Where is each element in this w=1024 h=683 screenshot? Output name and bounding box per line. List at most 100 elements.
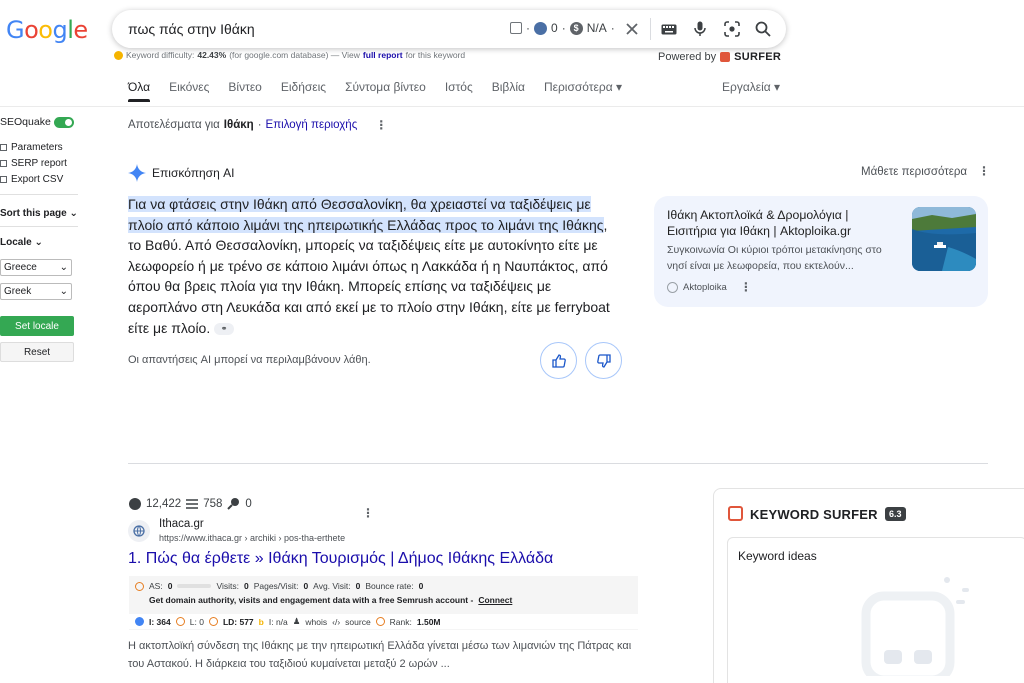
keyword-ideas-title: Keyword ideas <box>738 549 817 563</box>
results-for-place: Ιθάκη <box>223 119 254 131</box>
results-for-line: Αποτελέσματα για Ιθάκη · Επιλογή περιοχή… <box>128 118 387 132</box>
avg-value: 0 <box>355 581 361 591</box>
semrush-cta-text: Get domain authority, visits and engagem… <box>149 595 474 605</box>
result-site-name[interactable]: Ithaca.gr <box>159 518 204 530</box>
source-link[interactable]: source <box>345 617 371 627</box>
export-csv-link[interactable]: Export CSV <box>0 174 63 185</box>
full-report-link[interactable]: full report <box>363 50 403 60</box>
parameters-link[interactable]: Parameters <box>0 142 63 153</box>
surfer-logo-icon <box>728 506 743 521</box>
thumbs-down-button[interactable] <box>585 342 622 379</box>
bing-index-value[interactable]: I: n/a <box>269 617 288 627</box>
logo-letter: e <box>73 16 88 44</box>
seoquake-title: SEOquake <box>0 116 51 128</box>
keyword-checkbox[interactable] <box>510 22 522 34</box>
stat-value: 0 <box>245 497 252 510</box>
tab-news[interactable]: Ειδήσεις <box>281 80 326 94</box>
set-locale-button[interactable]: Set locale <box>0 316 74 336</box>
semrush-metrics-row: AS: 0 Visits: 0 Pages/Visit: 0 Avg. Visit: 0… <box>135 581 423 591</box>
keyword-difficulty-line: Keyword difficulty: 42.43% (for google.c… <box>114 50 465 60</box>
seoquake-toggle[interactable] <box>54 117 74 128</box>
chevron-down-icon: ⌄ <box>59 262 68 273</box>
result-title-link[interactable]: 1. Πώς θα έρθετε » Ιθάκη Τουρισμός | Δήμ… <box>128 550 553 568</box>
semrush-bar: AS: 0 Visits: 0 Pages/Visit: 0 Avg. Visit: 0… <box>129 576 638 630</box>
code-icon: ‹/› <box>332 616 341 627</box>
tab-more[interactable]: Περισσότερα ▾ <box>544 80 622 94</box>
source-card[interactable]: Ιθάκη Ακτοπλοϊκά & Δρομολόγια | Εισιτήρι… <box>654 196 988 307</box>
as-label: AS: <box>149 581 163 591</box>
country-select[interactable]: Greece ⌄ <box>0 259 72 276</box>
country-value: Greece <box>4 262 37 273</box>
tabs-divider <box>0 106 1024 107</box>
serp-report-link[interactable]: SERP report <box>0 158 67 169</box>
link-icon[interactable]: ⚭ <box>214 322 235 335</box>
source-site: Aktoploika ⋮ <box>667 280 752 294</box>
domain-links-icon <box>208 617 218 626</box>
divider <box>0 226 78 227</box>
sort-this-page[interactable]: Sort this page ⌄ <box>0 208 78 219</box>
google-logo[interactable]: Google <box>6 16 88 44</box>
result-url[interactable]: https://www.ithaca.gr › archiki › pos-th… <box>159 533 345 543</box>
results-for-prefix: Αποτελέσματα για <box>128 119 220 131</box>
source-title[interactable]: Ιθάκη Ακτοπλοϊκά & Δρομολόγια | Εισιτήρι… <box>667 207 897 239</box>
result-snippet: Η ακτοπλοϊκή σύνδεση της Ιθάκης με την η… <box>128 640 632 670</box>
thumbs-up-button[interactable] <box>540 342 577 379</box>
as-bar <box>177 584 212 588</box>
divider <box>0 194 78 195</box>
tab-web[interactable]: Ιστός <box>445 80 473 94</box>
more-options-icon[interactable]: ⋮ <box>375 118 387 132</box>
visits-value: 0 <box>243 581 249 591</box>
learn-more-link[interactable]: Μάθετε περισσότερα <box>861 166 967 178</box>
link-icon <box>175 617 185 626</box>
export-icon <box>0 176 7 183</box>
clear-icon[interactable] <box>622 19 642 39</box>
semrush-cta: Get domain authority, visits and engagem… <box>149 595 512 605</box>
search-input[interactable]: πως πάς στην Ιθάκη <box>128 21 255 37</box>
powered-by-surfer[interactable]: Powered by SURFER <box>658 51 781 63</box>
keyword-surfer-panel: KEYWORD SURFER 6.3 Keyword ideas <box>713 488 1024 683</box>
reset-button[interactable]: Reset <box>0 342 74 362</box>
tools-button[interactable]: Εργαλεία ▾ <box>722 80 780 94</box>
tab-videos[interactable]: Βίντεο <box>228 80 261 94</box>
rank-icon <box>375 617 385 626</box>
tab-all[interactable]: Όλα <box>128 80 151 102</box>
site-favicon-icon[interactable] <box>128 520 150 542</box>
source-thumbnail <box>912 207 976 271</box>
export-csv-label: Export CSV <box>11 174 64 185</box>
logo-letter: g <box>52 16 68 44</box>
links-value[interactable]: L: 0 <box>190 617 204 627</box>
connect-link[interactable]: Connect <box>478 595 512 605</box>
separator: · <box>257 119 262 131</box>
thumbs-up-icon <box>551 353 566 368</box>
serp-report-label: SERP report <box>11 158 67 169</box>
keyboard-icon[interactable] <box>659 19 679 39</box>
domain-links-value[interactable]: LD: 577 <box>223 617 254 627</box>
index-value[interactable]: I: 364 <box>149 617 171 627</box>
tab-images[interactable]: Εικόνες <box>169 80 209 94</box>
whois-link[interactable]: whois <box>305 617 327 627</box>
separator: · <box>610 21 615 35</box>
whois-icon: ♟ <box>292 616 301 626</box>
bounce-label: Bounce rate: <box>365 581 414 591</box>
microphone-icon[interactable] <box>690 19 710 39</box>
tab-short-videos[interactable]: Σύντομα βίντεο <box>345 80 426 94</box>
rank-value[interactable]: 1.50M <box>417 617 441 627</box>
ai-disclaimer: Οι απαντήσεις AI μπορεί να περιλαμβάνουν… <box>128 354 371 366</box>
more-options-icon[interactable]: ⋮ <box>978 164 990 178</box>
language-select[interactable]: Greek ⌄ <box>0 283 72 300</box>
more-options-icon[interactable]: ⋮ <box>740 280 752 294</box>
source-description: Συγκοινωνία Οι κύριοι τρόποι μετακίνησης… <box>667 244 882 272</box>
site-favicon-icon <box>667 281 678 293</box>
report-icon <box>0 160 7 167</box>
locale-heading[interactable]: Locale ⌄ <box>0 237 43 248</box>
thumbs-down-icon <box>596 353 611 368</box>
lens-icon[interactable] <box>722 19 742 39</box>
search-box[interactable]: πως πάς στην Ιθάκη · 0 · $ N/A · <box>112 10 786 48</box>
source-site-name: Aktoploika <box>683 281 727 293</box>
cpc-value: N/A <box>586 21 607 35</box>
search-icon[interactable] <box>753 19 773 39</box>
tab-books[interactable]: Βιβλία <box>492 80 525 94</box>
choose-region-link[interactable]: Επιλογή περιοχής <box>266 119 358 131</box>
more-options-icon[interactable]: ⋮ <box>362 506 374 520</box>
separator: · <box>526 21 530 35</box>
